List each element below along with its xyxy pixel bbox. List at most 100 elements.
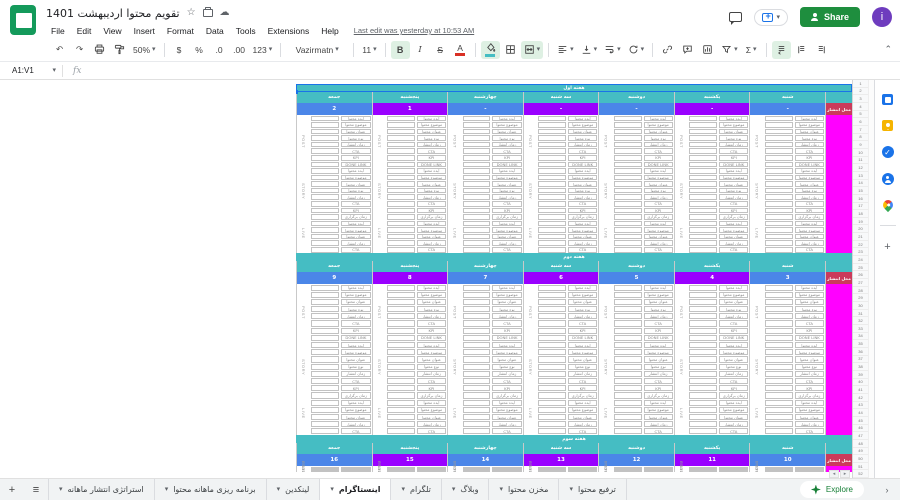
field-input-cell[interactable] bbox=[311, 129, 339, 135]
field-label-cell[interactable]: موضوع محتوا bbox=[719, 122, 748, 128]
field-label-cell[interactable]: KPI bbox=[644, 385, 673, 391]
field-label-cell[interactable]: CTA bbox=[492, 378, 521, 384]
field-input-cell[interactable] bbox=[765, 378, 793, 384]
section-name-cell[interactable]: LIVE bbox=[524, 392, 537, 435]
day-date-cell[interactable]: 10 bbox=[750, 454, 825, 466]
document-title[interactable]: تقویم محتوا اردیبهشت 1401 bbox=[46, 7, 180, 20]
field-label-cell[interactable]: زمان انتشار bbox=[719, 421, 748, 427]
field-label-cell[interactable]: ایده محتوا bbox=[341, 168, 370, 174]
field-input-cell[interactable] bbox=[311, 400, 339, 406]
field-label-cell[interactable]: موضوع محتوا bbox=[644, 349, 673, 355]
field-input-cell[interactable] bbox=[387, 188, 415, 194]
zoom-select[interactable]: 50%▾ bbox=[130, 41, 159, 59]
field-input-cell[interactable] bbox=[311, 313, 339, 319]
section-name-cell[interactable]: POST bbox=[373, 115, 386, 168]
field-input-cell[interactable] bbox=[311, 306, 339, 312]
field-label-cell[interactable]: زمان انتشار bbox=[719, 240, 748, 246]
field-input-cell[interactable] bbox=[387, 162, 415, 168]
field-label-cell[interactable]: ایده محتوا bbox=[568, 221, 597, 227]
day-date-cell[interactable]: - bbox=[524, 103, 599, 115]
row-number[interactable]: 19 bbox=[853, 218, 868, 226]
field-input-cell[interactable] bbox=[689, 292, 717, 298]
field-input-cell[interactable] bbox=[463, 129, 491, 135]
day-date-cell[interactable]: - bbox=[599, 103, 674, 115]
field-label-cell[interactable]: نوع محتوا bbox=[719, 364, 748, 370]
field-input-cell[interactable] bbox=[387, 227, 415, 233]
field-input-cell[interactable] bbox=[538, 421, 566, 427]
section-name-cell[interactable]: LIVE bbox=[524, 470, 537, 472]
field-input-cell[interactable] bbox=[765, 227, 793, 233]
field-label-cell[interactable]: عنوان محتوا bbox=[644, 414, 673, 420]
field-input-cell[interactable] bbox=[765, 142, 793, 148]
field-label-cell[interactable]: KPI bbox=[492, 208, 521, 214]
field-input-cell[interactable] bbox=[614, 356, 642, 362]
all-sheets-menu-button[interactable]: ≡ bbox=[24, 479, 48, 500]
section-name-cell[interactable]: LIVE bbox=[675, 470, 688, 472]
section-name-cell[interactable]: POST bbox=[448, 284, 461, 342]
field-input-cell[interactable] bbox=[463, 320, 491, 326]
field-label-cell[interactable]: CTA bbox=[568, 428, 597, 434]
field-input-cell[interactable] bbox=[387, 142, 415, 148]
field-label-cell[interactable]: ایده محتوا bbox=[568, 116, 597, 122]
field-input-cell[interactable] bbox=[463, 407, 491, 413]
increase-decimal-button[interactable]: .00 bbox=[230, 41, 249, 59]
field-input-cell[interactable] bbox=[463, 342, 491, 348]
field-label-cell[interactable]: نوع محتوا bbox=[644, 364, 673, 370]
field-input-cell[interactable] bbox=[387, 407, 415, 413]
field-input-cell[interactable] bbox=[311, 227, 339, 233]
field-input-cell[interactable] bbox=[463, 414, 491, 420]
menu-edit[interactable]: Edit bbox=[72, 24, 97, 38]
section-name-cell[interactable]: STORY bbox=[675, 342, 688, 392]
field-input-cell[interactable] bbox=[765, 407, 793, 413]
field-input-cell[interactable] bbox=[614, 299, 642, 305]
field-label-cell[interactable]: زمان برگزاری bbox=[719, 471, 748, 472]
day-name-cell[interactable]: چهارشنبه bbox=[448, 92, 523, 103]
field-label-cell[interactable]: نوع محتوا bbox=[341, 364, 370, 370]
field-label-cell[interactable]: عنوان محتوا bbox=[719, 414, 748, 420]
field-input-cell[interactable] bbox=[538, 201, 566, 207]
section-name-cell[interactable]: STORY bbox=[297, 168, 310, 214]
field-input-cell[interactable] bbox=[614, 371, 642, 377]
row-number[interactable]: 3 bbox=[853, 95, 868, 103]
field-input-cell[interactable] bbox=[538, 378, 566, 384]
day-name-cell[interactable]: جمعه bbox=[297, 261, 372, 272]
field-input-cell[interactable] bbox=[311, 234, 339, 240]
field-label-cell[interactable]: KPI bbox=[492, 328, 521, 334]
field-label-cell[interactable]: CTA bbox=[795, 247, 824, 253]
field-input-cell[interactable] bbox=[387, 194, 415, 200]
row-number[interactable]: 31 bbox=[853, 310, 868, 318]
field-input-cell[interactable] bbox=[387, 392, 415, 398]
field-input-cell[interactable] bbox=[311, 335, 339, 341]
field-input-cell[interactable] bbox=[463, 188, 491, 194]
functions-button[interactable]: Σ▾ bbox=[742, 41, 761, 59]
field-input-cell[interactable] bbox=[538, 285, 566, 291]
field-input-cell[interactable] bbox=[538, 181, 566, 187]
field-label-cell[interactable]: زمان انتشار bbox=[417, 313, 446, 319]
section-name-cell[interactable]: LIVE bbox=[297, 214, 310, 253]
sheet-direction-rtl-button[interactable] bbox=[772, 41, 791, 59]
field-input-cell[interactable] bbox=[614, 285, 642, 291]
field-input-cell[interactable] bbox=[614, 320, 642, 326]
explore-button[interactable]: Explore bbox=[800, 481, 864, 498]
field-label-cell[interactable]: موضوع محتوا bbox=[719, 175, 748, 181]
field-input-cell[interactable] bbox=[614, 342, 642, 348]
field-input-cell[interactable] bbox=[765, 428, 793, 434]
field-label-cell[interactable]: موضوع محتوا bbox=[492, 292, 521, 298]
field-label-cell[interactable]: DONE LINK bbox=[417, 335, 446, 341]
field-label-cell[interactable]: نوع محتوا bbox=[795, 188, 824, 194]
field-label-cell[interactable]: CTA bbox=[568, 201, 597, 207]
field-label-cell[interactable]: نوع محتوا bbox=[719, 188, 748, 194]
field-label-cell[interactable]: زمان برگزاری bbox=[795, 471, 824, 472]
field-input-cell[interactable] bbox=[689, 122, 717, 128]
field-input-cell[interactable] bbox=[689, 342, 717, 348]
field-label-cell[interactable]: عنوان محتوا bbox=[417, 129, 446, 135]
field-input-cell[interactable] bbox=[614, 247, 642, 253]
field-input-cell[interactable] bbox=[311, 385, 339, 391]
field-input-cell[interactable] bbox=[538, 247, 566, 253]
field-label-cell[interactable]: DONE LINK bbox=[492, 162, 521, 168]
field-input-cell[interactable] bbox=[463, 181, 491, 187]
day-name-cell[interactable]: پنجشنبه bbox=[373, 92, 448, 103]
row-number[interactable]: 28 bbox=[853, 287, 868, 295]
field-input-cell[interactable] bbox=[765, 400, 793, 406]
field-input-cell[interactable] bbox=[463, 335, 491, 341]
